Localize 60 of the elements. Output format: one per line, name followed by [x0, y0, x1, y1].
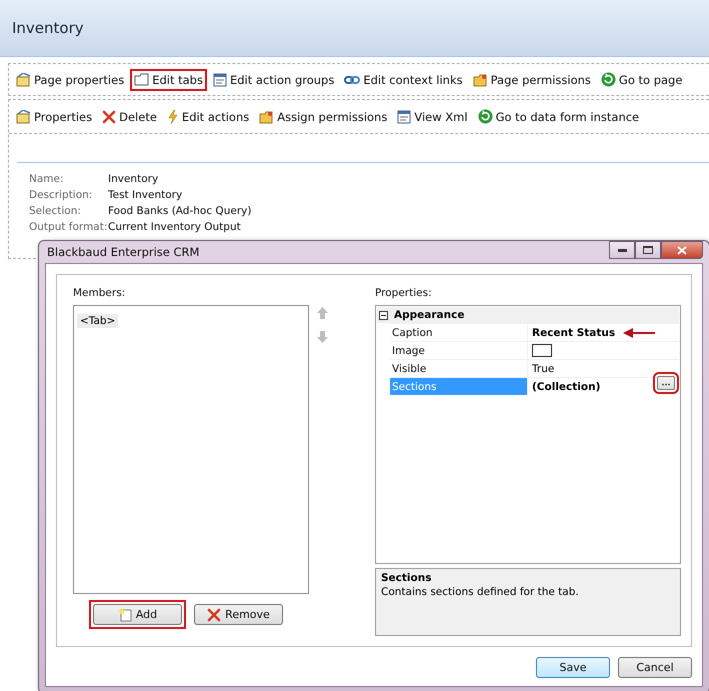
- toolbar-item[interactable]: View Xml: [393, 106, 472, 128]
- new-document-icon: [118, 607, 132, 622]
- minimize-icon: [618, 248, 626, 252]
- collapse-icon[interactable]: [379, 310, 388, 320]
- toolbar-item[interactable]: Properties: [12, 106, 96, 128]
- description-text: Contains sections defined for the tab.: [381, 586, 580, 598]
- field-value: Current Inventory Output: [108, 221, 242, 233]
- image-swatch: [532, 344, 552, 357]
- members-label: Members:: [73, 287, 126, 299]
- save-button[interactable]: Save: [536, 657, 610, 678]
- document-icon: [212, 72, 227, 86]
- toolbar-item[interactable]: Go to page: [596, 68, 686, 91]
- delete-icon: [102, 110, 116, 124]
- properties-icon: [16, 110, 31, 124]
- cancel-button[interactable]: Cancel: [618, 657, 692, 678]
- dialog-title: Blackbaud Enterprise CRM: [47, 245, 200, 259]
- field-label: Selection:: [29, 205, 82, 217]
- tab-icon: [134, 73, 150, 86]
- list-item[interactable]: <Tab>: [77, 314, 118, 328]
- property-value: Recent Status: [532, 326, 616, 338]
- properties-label: Properties:: [375, 287, 433, 299]
- members-list[interactable]: <Tab>: [73, 305, 309, 594]
- description-title: Sections: [381, 572, 432, 584]
- document-icon: [397, 110, 412, 124]
- property-value: True: [532, 362, 554, 374]
- field-label: Output format:: [29, 221, 108, 233]
- toolbar-item[interactable]: Edit actions: [162, 106, 254, 128]
- field-value: Inventory: [108, 173, 160, 185]
- toolbar-item[interactable]: Delete: [98, 106, 161, 128]
- remove-button[interactable]: Remove: [194, 604, 283, 625]
- link-icon: [344, 74, 360, 84]
- toolbar-item[interactable]: Edit context links: [340, 68, 467, 90]
- property-value: (Collection): [532, 380, 600, 392]
- lightning-icon: [166, 110, 179, 124]
- category-label: Appearance: [394, 309, 464, 321]
- add-button[interactable]: Add: [93, 604, 182, 625]
- maximize-icon: [643, 246, 653, 254]
- toolbar-item[interactable]: Page properties: [12, 68, 128, 90]
- property-name[interactable]: Visible: [390, 360, 528, 377]
- maximize-button[interactable]: [635, 241, 661, 259]
- field-label: Description:: [29, 189, 94, 201]
- folder-icon: [472, 72, 488, 86]
- properties-icon: [16, 72, 31, 86]
- toolbar-item[interactable]: Go to data form instance: [474, 105, 644, 128]
- delete-icon: [207, 608, 222, 622]
- page-title: Inventory: [12, 19, 84, 37]
- field-value: Test Inventory: [108, 189, 184, 201]
- toolbar-item[interactable]: Edit tabs: [130, 68, 207, 90]
- close-icon: [677, 246, 687, 254]
- minimize-button[interactable]: [609, 241, 635, 259]
- ellipsis-icon: [661, 382, 671, 386]
- toolbar-item[interactable]: Edit action groups: [208, 68, 338, 90]
- toolbar-item[interactable]: Assign permissions: [255, 106, 392, 128]
- toolbar-item[interactable]: Page permissions: [468, 68, 595, 90]
- folder-icon: [259, 110, 274, 124]
- close-button[interactable]: [661, 241, 703, 259]
- field-label: Name:: [29, 173, 65, 185]
- property-name[interactable]: Image: [390, 342, 528, 359]
- property-name[interactable]: Caption: [390, 324, 528, 341]
- field-value: Food Banks (Ad-hoc Query): [108, 205, 252, 217]
